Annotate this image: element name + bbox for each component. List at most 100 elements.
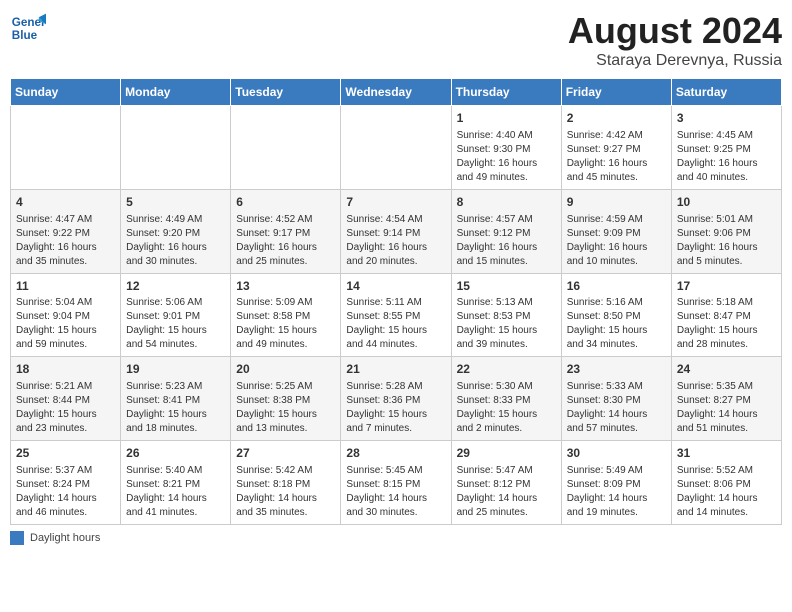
day-info: Sunset: 8:27 PM [677, 394, 776, 408]
day-info: Sunset: 8:06 PM [677, 478, 776, 492]
day-info: Sunrise: 4:59 AM [567, 213, 666, 227]
day-info: and 41 minutes. [126, 506, 225, 520]
day-info: Sunrise: 4:42 AM [567, 129, 666, 143]
day-info: and 59 minutes. [16, 338, 115, 352]
day-info: and 15 minutes. [457, 255, 556, 269]
day-info: Sunrise: 5:49 AM [567, 464, 666, 478]
calendar-cell: 12Sunrise: 5:06 AMSunset: 9:01 PMDayligh… [121, 273, 231, 357]
day-number: 15 [457, 278, 556, 295]
day-info: Sunrise: 5:35 AM [677, 380, 776, 394]
day-info: Daylight: 14 hours [457, 492, 556, 506]
day-info: Sunset: 9:17 PM [236, 227, 335, 241]
day-number: 29 [457, 445, 556, 462]
day-info: Sunrise: 4:52 AM [236, 213, 335, 227]
day-info: Daylight: 14 hours [236, 492, 335, 506]
calendar-cell: 6Sunrise: 4:52 AMSunset: 9:17 PMDaylight… [231, 189, 341, 273]
svg-text:Blue: Blue [12, 29, 38, 42]
day-header-wednesday: Wednesday [341, 79, 451, 106]
day-number: 7 [346, 194, 445, 211]
calendar-cell: 22Sunrise: 5:30 AMSunset: 8:33 PMDayligh… [451, 357, 561, 441]
day-info: Daylight: 14 hours [16, 492, 115, 506]
day-info: Daylight: 16 hours [567, 241, 666, 255]
day-header-tuesday: Tuesday [231, 79, 341, 106]
week-row-5: 25Sunrise: 5:37 AMSunset: 8:24 PMDayligh… [11, 441, 782, 525]
calendar-cell: 16Sunrise: 5:16 AMSunset: 8:50 PMDayligh… [561, 273, 671, 357]
day-info: Sunrise: 5:47 AM [457, 464, 556, 478]
day-info: Daylight: 15 hours [677, 324, 776, 338]
day-info: Daylight: 16 hours [457, 157, 556, 171]
day-info: and 19 minutes. [567, 506, 666, 520]
day-info: Sunrise: 4:45 AM [677, 129, 776, 143]
day-info: Sunset: 8:36 PM [346, 394, 445, 408]
day-info: and 35 minutes. [16, 255, 115, 269]
day-number: 26 [126, 445, 225, 462]
day-number: 31 [677, 445, 776, 462]
day-header-friday: Friday [561, 79, 671, 106]
day-number: 22 [457, 361, 556, 378]
day-info: and 5 minutes. [677, 255, 776, 269]
day-info: and 39 minutes. [457, 338, 556, 352]
day-info: Sunset: 9:20 PM [126, 227, 225, 241]
day-info: and 49 minutes. [457, 171, 556, 185]
day-info: and 14 minutes. [677, 506, 776, 520]
day-info: Sunset: 8:44 PM [16, 394, 115, 408]
day-info: and 49 minutes. [236, 338, 335, 352]
day-info: and 28 minutes. [677, 338, 776, 352]
day-number: 28 [346, 445, 445, 462]
day-number: 25 [16, 445, 115, 462]
day-info: and 30 minutes. [346, 506, 445, 520]
calendar-cell: 10Sunrise: 5:01 AMSunset: 9:06 PMDayligh… [671, 189, 781, 273]
calendar-cell: 7Sunrise: 4:54 AMSunset: 9:14 PMDaylight… [341, 189, 451, 273]
day-info: Daylight: 16 hours [457, 241, 556, 255]
day-number: 20 [236, 361, 335, 378]
day-info: Sunrise: 5:28 AM [346, 380, 445, 394]
day-info: Daylight: 16 hours [677, 157, 776, 171]
calendar-cell: 1Sunrise: 4:40 AMSunset: 9:30 PMDaylight… [451, 106, 561, 190]
day-info: Sunset: 8:58 PM [236, 310, 335, 324]
day-info: Daylight: 15 hours [457, 408, 556, 422]
day-info: Sunrise: 4:49 AM [126, 213, 225, 227]
day-header-thursday: Thursday [451, 79, 561, 106]
day-info: Sunset: 8:24 PM [16, 478, 115, 492]
week-row-3: 11Sunrise: 5:04 AMSunset: 9:04 PMDayligh… [11, 273, 782, 357]
day-info: Daylight: 16 hours [126, 241, 225, 255]
day-info: and 13 minutes. [236, 422, 335, 436]
day-info: Daylight: 15 hours [457, 324, 556, 338]
calendar-cell: 3Sunrise: 4:45 AMSunset: 9:25 PMDaylight… [671, 106, 781, 190]
day-info: Daylight: 15 hours [126, 408, 225, 422]
day-number: 1 [457, 110, 556, 127]
calendar-cell: 29Sunrise: 5:47 AMSunset: 8:12 PMDayligh… [451, 441, 561, 525]
day-info: Sunset: 8:41 PM [126, 394, 225, 408]
day-header-monday: Monday [121, 79, 231, 106]
calendar-cell: 23Sunrise: 5:33 AMSunset: 8:30 PMDayligh… [561, 357, 671, 441]
calendar-cell: 11Sunrise: 5:04 AMSunset: 9:04 PMDayligh… [11, 273, 121, 357]
day-info: Sunrise: 5:16 AM [567, 296, 666, 310]
day-info: Sunset: 8:38 PM [236, 394, 335, 408]
day-info: Sunrise: 4:47 AM [16, 213, 115, 227]
day-info: Daylight: 16 hours [567, 157, 666, 171]
header-row: SundayMondayTuesdayWednesdayThursdayFrid… [11, 79, 782, 106]
day-info: Daylight: 15 hours [236, 324, 335, 338]
day-info: Sunset: 9:12 PM [457, 227, 556, 241]
day-info: and 25 minutes. [236, 255, 335, 269]
day-info: and 18 minutes. [126, 422, 225, 436]
day-info: Sunset: 8:55 PM [346, 310, 445, 324]
day-info: Sunset: 9:09 PM [567, 227, 666, 241]
calendar-cell: 26Sunrise: 5:40 AMSunset: 8:21 PMDayligh… [121, 441, 231, 525]
day-info: and 45 minutes. [567, 171, 666, 185]
day-info: Sunset: 9:25 PM [677, 143, 776, 157]
day-info: and 34 minutes. [567, 338, 666, 352]
day-info: and 23 minutes. [16, 422, 115, 436]
day-info: Sunrise: 5:30 AM [457, 380, 556, 394]
day-info: Daylight: 16 hours [677, 241, 776, 255]
logo: General Blue [10, 10, 46, 46]
day-info: Sunset: 8:47 PM [677, 310, 776, 324]
calendar-cell [121, 106, 231, 190]
page-subtitle: Staraya Derevnya, Russia [568, 52, 782, 70]
day-info: Daylight: 14 hours [346, 492, 445, 506]
day-info: Sunset: 8:09 PM [567, 478, 666, 492]
day-number: 24 [677, 361, 776, 378]
calendar-cell [341, 106, 451, 190]
day-info: Daylight: 14 hours [677, 408, 776, 422]
day-number: 8 [457, 194, 556, 211]
